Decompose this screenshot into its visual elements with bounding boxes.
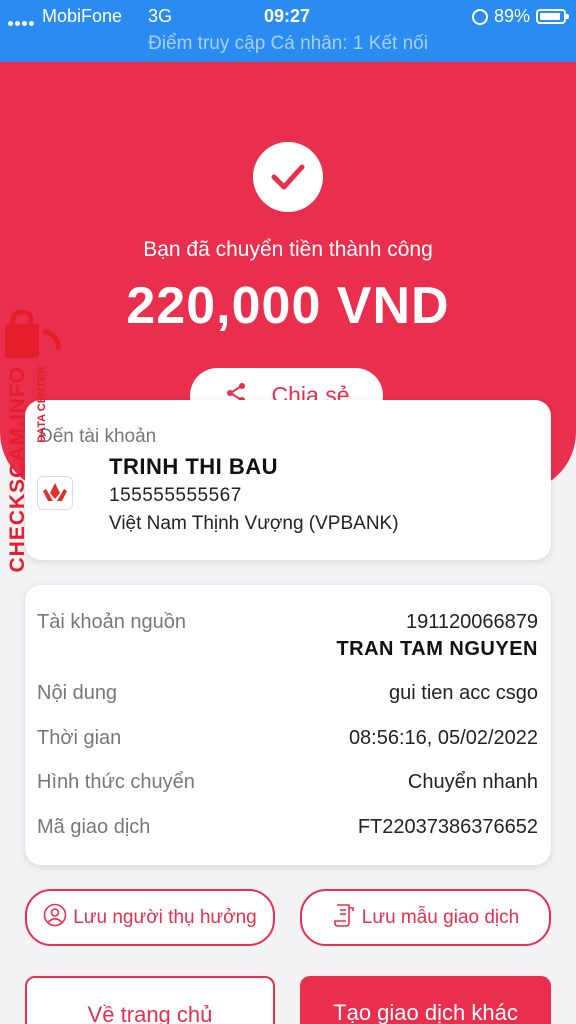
source-account-name: TRAN TAM NGUYEN <box>336 638 538 660</box>
hotspot-banner[interactable]: Điểm truy cập Cá nhân: 1 Kết nối <box>0 33 576 55</box>
transaction-code-label: Mã giao dịch <box>37 816 151 838</box>
recipient-label: Đến tài khoản <box>39 426 157 447</box>
check-icon <box>253 142 323 212</box>
transfer-amount: 220,000 VND <box>126 277 450 335</box>
bank-logo-icon <box>37 476 73 510</box>
recipient-account: 155555555567 <box>109 485 242 506</box>
user-icon <box>43 903 67 933</box>
home-button[interactable]: Về trang chủ <box>25 976 275 1024</box>
battery-percent: 89% <box>493 6 530 26</box>
time-value: 08:56:16, 05/02/2022 <box>348 727 538 749</box>
transaction-details-card: Tài khoản nguồn 191120066879 TRAN TAM NG… <box>25 585 551 865</box>
status-bar: MobiFone 3G 09:27 89% Điểm truy cập Cá n… <box>0 0 576 62</box>
recipient-bank: Việt Nam Thịnh Vượng (VPBANK) <box>109 513 399 534</box>
save-template-button[interactable]: Lưu mẫu giao dịch <box>300 889 551 946</box>
method-label: Hình thức chuyển <box>37 771 195 793</box>
new-transaction-label: Tạo giao dịch khác <box>333 1000 518 1024</box>
source-account-label: Tài khoản nguồn <box>37 611 187 633</box>
recipient-card: Đến tài khoản TRINH THI BAU 155555555567… <box>25 400 551 560</box>
rotation-lock-icon <box>471 8 488 25</box>
document-icon <box>332 902 356 934</box>
recipient-name: TRINH THI BAU <box>109 454 279 479</box>
content-label: Nội dung <box>37 682 118 704</box>
save-beneficiary-label: Lưu người thụ hưởng <box>73 906 257 928</box>
source-account-number: 191120066879 <box>406 611 538 633</box>
save-beneficiary-button[interactable]: Lưu người thụ hưởng <box>25 889 275 946</box>
content-value: gui tien acc csgo <box>389 682 538 704</box>
new-transaction-button[interactable]: Tạo giao dịch khác <box>300 976 551 1024</box>
home-button-label: Về trang chủ <box>87 1002 213 1024</box>
method-value: Chuyển nhanh <box>407 771 538 793</box>
battery-icon <box>536 9 569 24</box>
transaction-code-value: FT22037386376652 <box>357 816 538 838</box>
success-message: Bạn đã chuyển tiền thành công <box>143 238 433 261</box>
time-label: Thời gian <box>37 727 122 749</box>
save-template-label: Lưu mẫu giao dịch <box>361 906 520 928</box>
